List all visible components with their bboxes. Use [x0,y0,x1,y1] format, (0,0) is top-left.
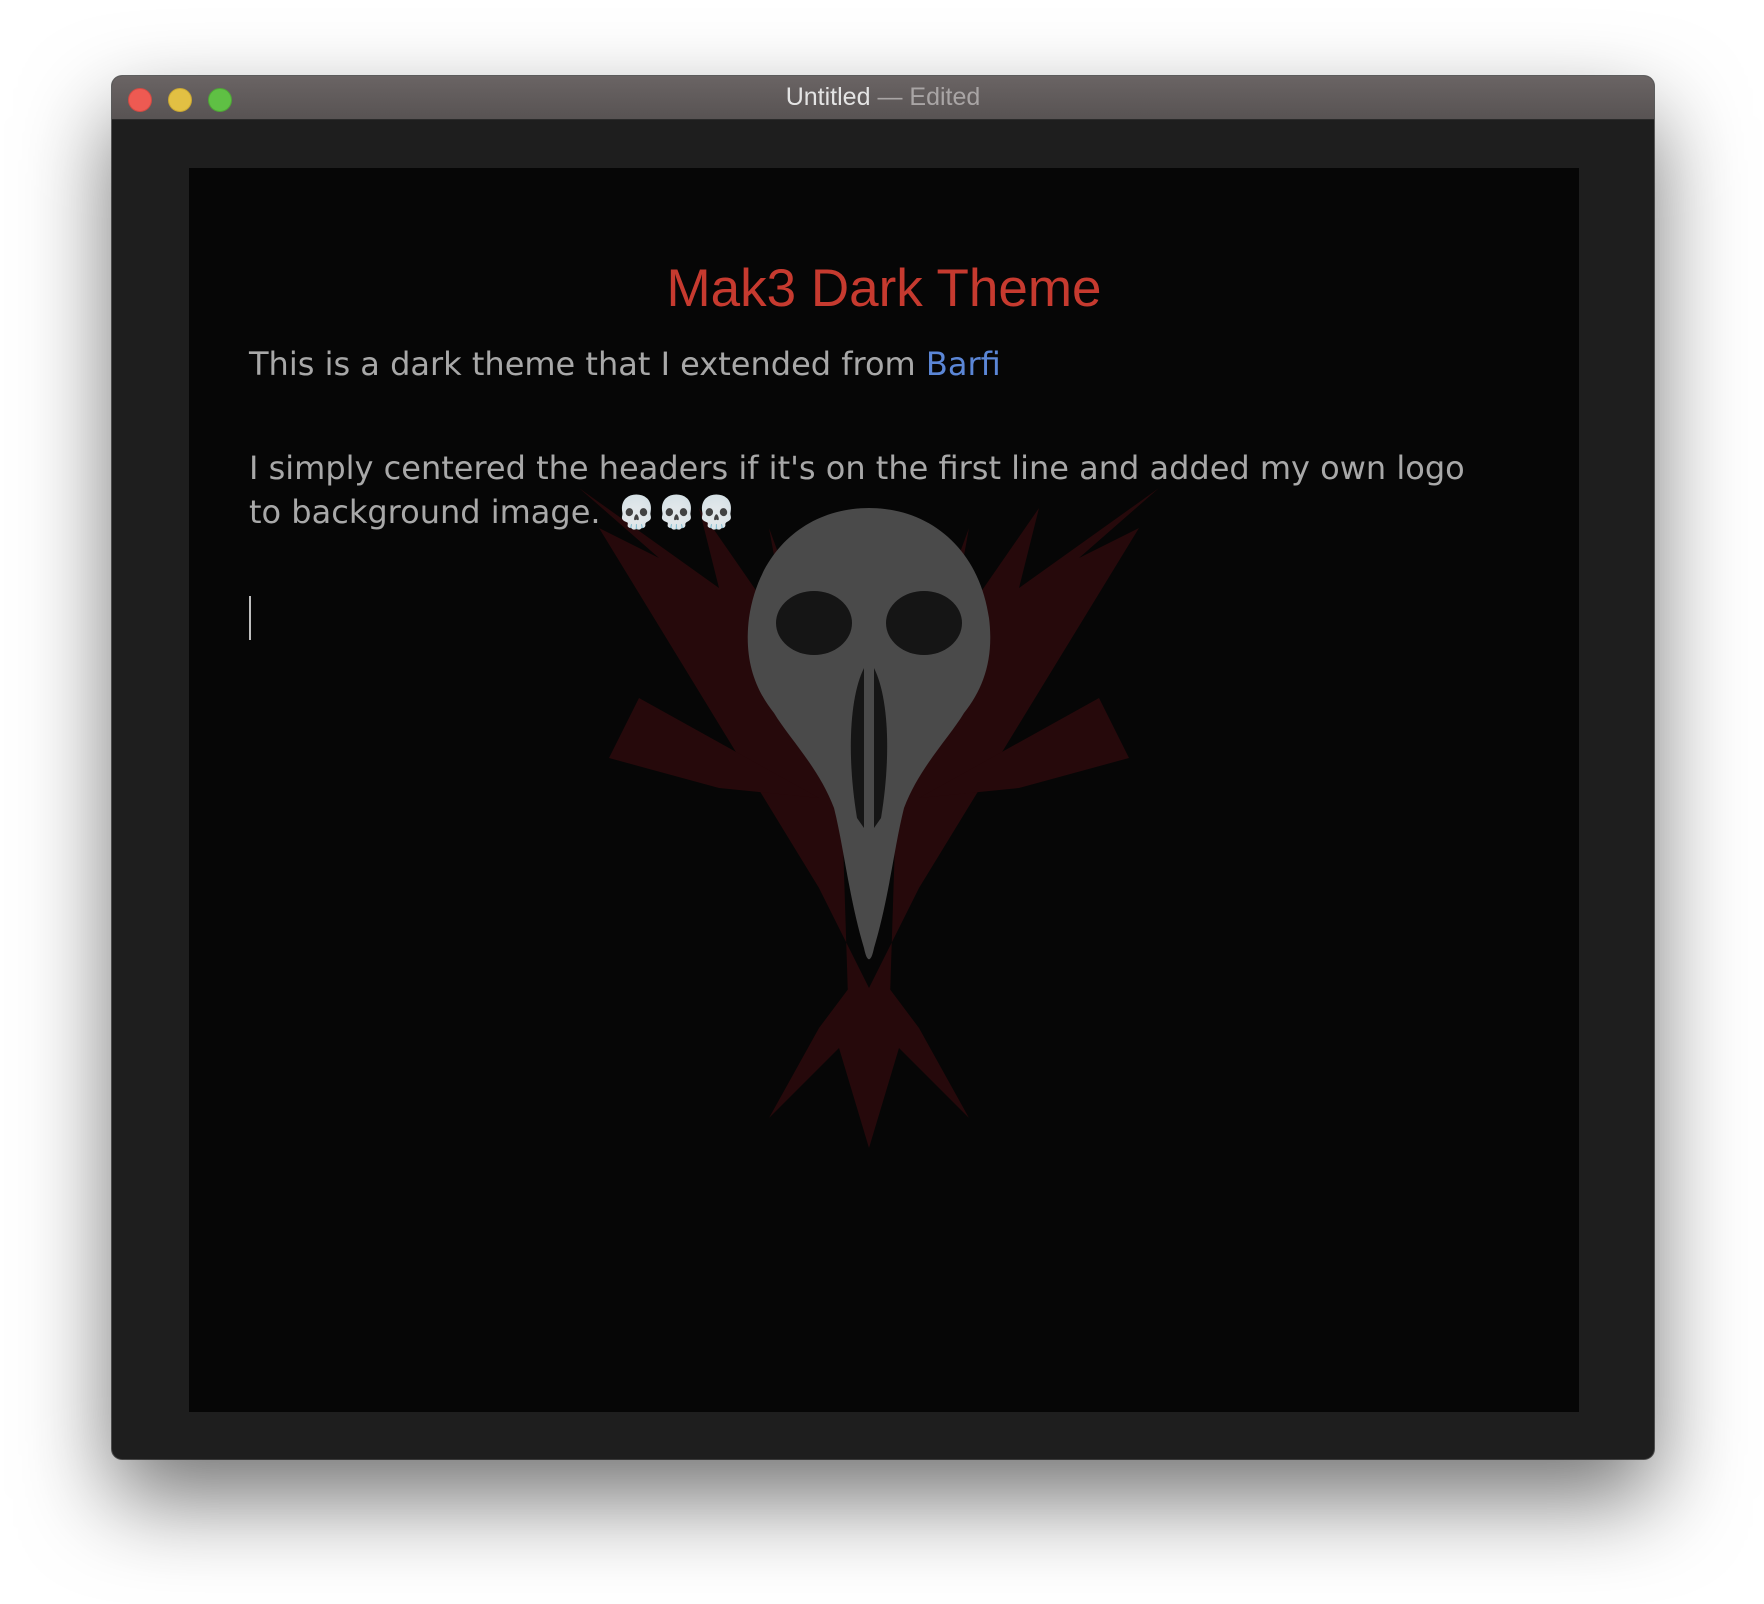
edited-status: Edited [909,83,981,111]
paragraph-description-text: I simply centered the headers if it's on… [249,449,1465,531]
paragraph-intro[interactable]: This is a dark theme that I extended fro… [249,342,1479,386]
window-title: Untitled — Edited [112,76,1654,119]
paragraph-intro-text: This is a dark theme that I extended fro… [249,345,926,383]
document-name: Untitled [785,83,871,111]
text-cursor [249,596,251,640]
app-window: Untitled — Edited Mak3 Dark Theme This i… [112,76,1654,1459]
title-separator: — [877,83,903,111]
editor-area[interactable]: Mak3 Dark Theme This is a dark theme tha… [189,168,1579,1412]
skull-emoji: 💀💀💀 [616,493,737,531]
raven-skull-wings-icon [579,488,1159,1148]
title-bar[interactable]: Untitled — Edited [112,76,1654,120]
barfi-link[interactable]: Barfi [926,345,1001,383]
document-heading[interactable]: Mak3 Dark Theme [189,258,1579,319]
paragraph-description[interactable]: I simply centered the headers if it's on… [249,446,1479,534]
